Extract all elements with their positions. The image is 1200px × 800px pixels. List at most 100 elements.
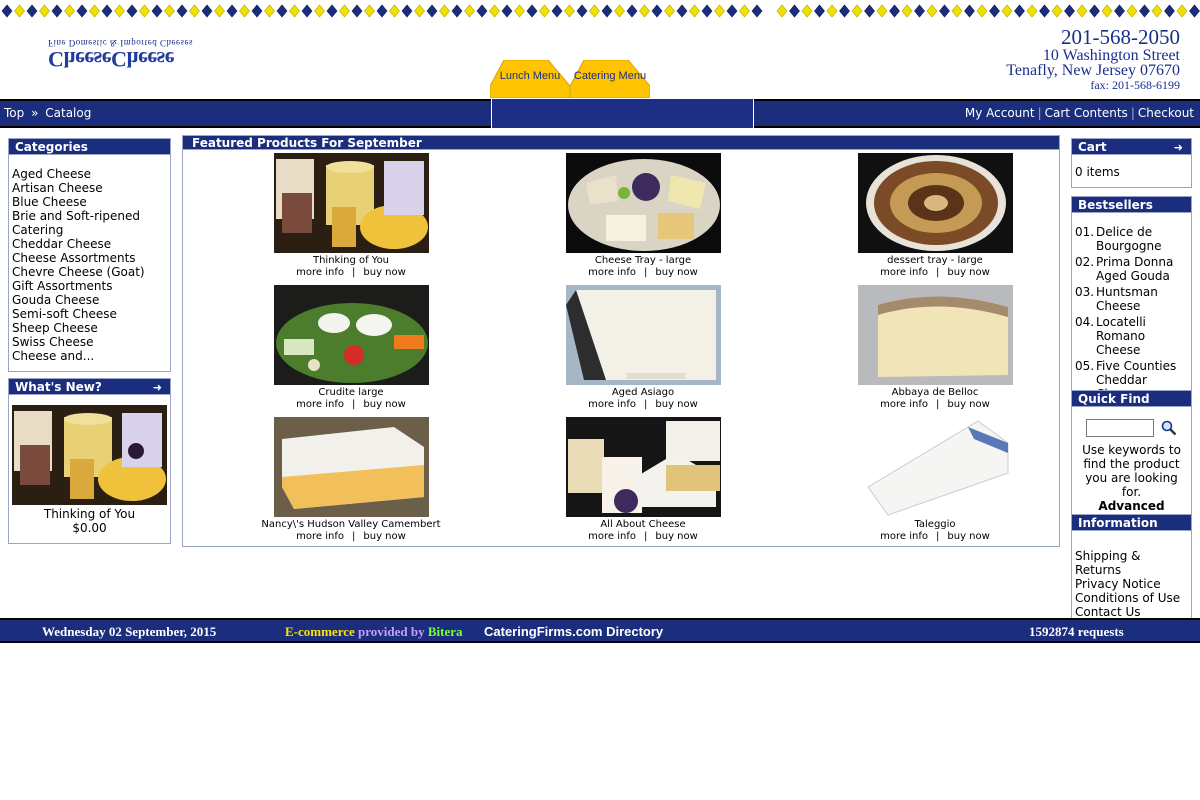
product-name[interactable]: Taleggio bbox=[789, 519, 1081, 531]
product-image[interactable] bbox=[565, 153, 721, 253]
checkout-link[interactable]: Checkout bbox=[1138, 106, 1194, 120]
more-info-link[interactable]: more info bbox=[296, 399, 344, 410]
product-image[interactable] bbox=[565, 285, 721, 385]
whats-new-product[interactable]: Thinking of You bbox=[9, 507, 170, 521]
product-name[interactable]: Aged Asiago bbox=[497, 387, 789, 399]
cart-items: 0 items bbox=[1071, 155, 1192, 188]
category-link[interactable]: Catering bbox=[12, 223, 167, 237]
link-separator: | bbox=[644, 267, 648, 278]
bestseller-name[interactable]: Prima Donna Aged Gouda bbox=[1096, 255, 1173, 283]
category-link[interactable]: Cheese and... bbox=[12, 349, 167, 363]
information-link[interactable]: Contact Us bbox=[1075, 605, 1188, 619]
more-info-link[interactable]: more info bbox=[296, 267, 344, 278]
more-info-link[interactable]: more info bbox=[588, 399, 636, 410]
search-icon[interactable] bbox=[1161, 420, 1177, 436]
breadcrumb-top[interactable]: Top bbox=[4, 106, 24, 120]
buy-now-link[interactable]: buy now bbox=[947, 267, 989, 278]
information-link[interactable]: Conditions of Use bbox=[1075, 591, 1188, 605]
product-image[interactable] bbox=[273, 417, 429, 517]
gift-basket-image[interactable] bbox=[12, 405, 167, 505]
information-link[interactable]: Privacy Notice bbox=[1075, 577, 1188, 591]
diamond-icon bbox=[14, 4, 25, 18]
arrow-right-icon[interactable]: ➜ bbox=[153, 379, 162, 396]
my-account-link[interactable]: My Account bbox=[965, 106, 1035, 120]
product-name[interactable]: Cheese Tray - large bbox=[497, 255, 789, 267]
product-name[interactable]: dessert tray - large bbox=[789, 255, 1081, 267]
more-info-link[interactable]: more info bbox=[880, 267, 928, 278]
whats-new-header[interactable]: What's New? ➜ bbox=[8, 378, 171, 395]
arrow-right-icon[interactable]: ➜ bbox=[1174, 139, 1183, 156]
bestseller-item[interactable]: 03. Huntsman Cheese bbox=[1075, 285, 1188, 313]
diamond-icon bbox=[1139, 4, 1150, 18]
diamond-icon bbox=[564, 4, 575, 18]
search-input[interactable] bbox=[1085, 419, 1154, 437]
product-name[interactable]: Abbaya de Belloc bbox=[789, 387, 1081, 399]
category-link[interactable]: Cheddar Cheese bbox=[12, 237, 167, 251]
footer-provider[interactable]: E-commerce provided by Bitera bbox=[285, 624, 463, 640]
buy-now-link[interactable]: buy now bbox=[655, 267, 697, 278]
product-links: more info | buy now bbox=[497, 531, 789, 543]
product-image[interactable] bbox=[565, 417, 721, 517]
product-name[interactable]: Nancy\'s Hudson Valley Camembert bbox=[205, 519, 497, 531]
category-link[interactable]: Gouda Cheese bbox=[12, 293, 167, 307]
bestseller-name[interactable]: Locatelli Romano Cheese bbox=[1096, 315, 1188, 357]
diamond-icon bbox=[951, 4, 963, 18]
buy-now-link[interactable]: buy now bbox=[363, 399, 405, 410]
category-link[interactable]: Artisan Cheese bbox=[12, 181, 167, 195]
footer-requests: 1592874 requests bbox=[1029, 624, 1124, 639]
category-link[interactable]: Semi-soft Cheese bbox=[12, 307, 167, 321]
category-link[interactable]: Brie and Soft-ripened bbox=[12, 209, 167, 223]
store-logo[interactable]: Fine Domestic & Imported Cheeses CheeseC… bbox=[48, 38, 253, 72]
product-card: Nancy\'s Hudson Valley Camembert more inf… bbox=[205, 417, 497, 543]
catering-menu-button[interactable]: Catering Menu bbox=[570, 60, 650, 98]
buy-now-link[interactable]: buy now bbox=[655, 531, 697, 542]
bestseller-item[interactable]: 01. Delice de Bourgogne bbox=[1075, 225, 1188, 253]
product-name[interactable]: Crudite large bbox=[205, 387, 497, 399]
information-link[interactable]: Shipping & Returns bbox=[1075, 549, 1188, 577]
buy-now-link[interactable]: buy now bbox=[363, 531, 405, 542]
more-info-link[interactable]: more info bbox=[880, 531, 928, 542]
footer-directory-link[interactable]: CateringFirms.com Directory bbox=[484, 624, 663, 639]
product-image[interactable] bbox=[857, 417, 1013, 517]
category-link[interactable]: Sheep Cheese bbox=[12, 321, 167, 335]
more-info-link[interactable]: more info bbox=[880, 399, 928, 410]
buy-now-link[interactable]: buy now bbox=[363, 267, 405, 278]
bestseller-name[interactable]: Huntsman Cheese bbox=[1096, 285, 1158, 313]
category-link[interactable]: Cheese Assortments bbox=[12, 251, 167, 265]
more-info-link[interactable]: more info bbox=[588, 267, 636, 278]
account-links: My Account | Cart Contents | Checkout bbox=[965, 106, 1194, 120]
product-links: more info | buy now bbox=[205, 531, 497, 543]
product-image[interactable] bbox=[273, 285, 429, 385]
diamond-icon bbox=[964, 4, 975, 18]
footer-bar: Wednesday 02 September, 2015 E-commerce … bbox=[0, 618, 1200, 643]
cart-header[interactable]: Cart ➜ bbox=[1071, 138, 1192, 155]
bestseller-item[interactable]: 04. Locatelli Romano Cheese bbox=[1075, 315, 1188, 357]
buy-now-link[interactable]: buy now bbox=[947, 399, 989, 410]
category-link[interactable]: Swiss Cheese bbox=[12, 335, 167, 349]
more-info-link[interactable]: more info bbox=[296, 531, 344, 542]
bestseller-name[interactable]: Delice de Bourgogne bbox=[1096, 225, 1161, 253]
product-name[interactable]: All About Cheese bbox=[497, 519, 789, 531]
bestseller-item[interactable]: 02. Prima Donna Aged Gouda bbox=[1075, 255, 1188, 283]
product-name[interactable]: Thinking of You bbox=[205, 255, 497, 267]
diamond-icon bbox=[814, 4, 825, 18]
diamond-icon bbox=[426, 4, 438, 18]
product-links: more info | buy now bbox=[789, 531, 1081, 543]
breadcrumb-catalog[interactable]: Catalog bbox=[45, 106, 91, 120]
category-link[interactable]: Gift Assortments bbox=[12, 279, 167, 293]
category-link[interactable]: Aged Cheese bbox=[12, 167, 167, 181]
cart-contents-link[interactable]: Cart Contents bbox=[1045, 106, 1128, 120]
more-info-link[interactable]: more info bbox=[588, 531, 636, 542]
category-link[interactable]: Chevre Cheese (Goat) bbox=[12, 265, 167, 279]
diamond-icon bbox=[376, 4, 388, 18]
diamond-icon bbox=[726, 4, 738, 18]
product-image[interactable] bbox=[857, 153, 1013, 253]
buy-now-link[interactable]: buy now bbox=[655, 399, 697, 410]
product-image[interactable] bbox=[857, 285, 1013, 385]
featured-products-box: Featured Products For September Thinking… bbox=[182, 135, 1060, 547]
product-image[interactable] bbox=[273, 153, 429, 253]
category-link[interactable]: Blue Cheese bbox=[12, 195, 167, 209]
buy-now-link[interactable]: buy now bbox=[947, 531, 989, 542]
diamond-icon bbox=[801, 4, 813, 18]
lunch-menu-button[interactable]: Lunch Menu bbox=[490, 60, 570, 98]
